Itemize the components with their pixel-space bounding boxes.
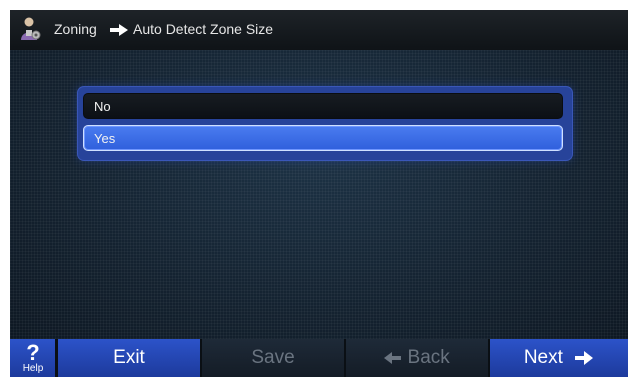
save-label: Save	[251, 347, 295, 368]
option-list: No Yes	[78, 87, 572, 160]
page-title: Auto Detect Zone Size	[133, 21, 274, 37]
thermostat-screen: Zoning Auto Detect Zone Size No Yes ? He…	[10, 10, 628, 377]
exit-button[interactable]: Exit	[58, 339, 200, 377]
user-settings-icon	[21, 17, 41, 40]
arrow-right-icon	[575, 351, 594, 365]
help-label: Help	[22, 363, 44, 374]
back-button[interactable]: Back	[346, 339, 488, 377]
next-label: Next	[523, 347, 563, 368]
save-button[interactable]: Save	[202, 339, 344, 377]
next-button[interactable]: Next	[490, 339, 628, 377]
main-content: No Yes	[10, 50, 628, 339]
option-no[interactable]: No	[83, 93, 563, 119]
exit-label: Exit	[113, 347, 145, 368]
help-button[interactable]: ? Help	[10, 339, 56, 377]
back-label: Back	[407, 347, 450, 368]
arrow-right-icon	[110, 24, 128, 36]
arrow-left-icon	[384, 352, 402, 364]
footer-bar: ? Help Exit Save Back Next	[10, 339, 628, 377]
title-bar: Zoning Auto Detect Zone Size	[10, 10, 628, 51]
option-yes[interactable]: Yes	[83, 125, 563, 151]
breadcrumb-zoning: Zoning	[54, 21, 97, 37]
